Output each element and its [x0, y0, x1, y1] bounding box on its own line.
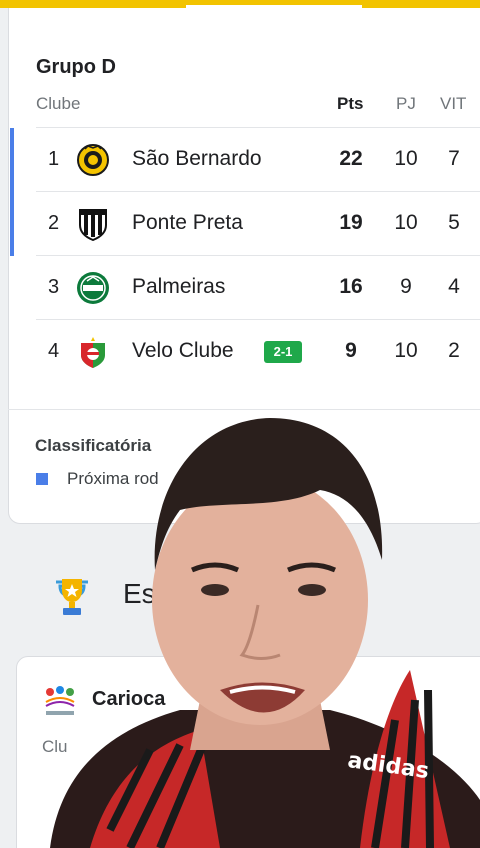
points: 9 [345, 339, 357, 362]
points: 16 [339, 275, 363, 298]
palmeiras-crest-icon [77, 272, 109, 304]
team-name[interactable]: São Bernardo [132, 147, 262, 171]
points-column-header[interactable]: Pts [337, 94, 363, 114]
points: 22 [339, 147, 363, 170]
position: 3 [48, 276, 60, 298]
wins: 4 [448, 275, 460, 298]
top-app-bar [0, 0, 480, 8]
position: 4 [48, 340, 60, 362]
played: 9 [400, 275, 412, 298]
wins-column-header[interactable]: VIT [440, 94, 466, 114]
wins: 2 [448, 339, 460, 362]
sao-bernardo-crest-icon [77, 144, 109, 176]
played-column-header[interactable]: PJ [396, 94, 416, 114]
creator-video-overlay: adidas [50, 418, 480, 848]
velo-clube-crest-icon [81, 337, 105, 368]
table-row[interactable]: 2 Ponte Preta 19 10 5 [10, 191, 480, 256]
ponte-preta-crest-icon [79, 209, 107, 241]
team-name[interactable]: Palmeiras [132, 275, 225, 299]
points: 19 [339, 211, 363, 234]
position: 2 [48, 212, 60, 234]
team-name[interactable]: Ponte Preta [132, 211, 243, 235]
club-column-header: Clube [36, 94, 81, 113]
table-row[interactable]: 4 Velo Clube 2-1 9 10 2 [36, 319, 480, 383]
table-row[interactable]: 3 Palmeiras 16 9 4 [36, 255, 480, 319]
wins: 5 [448, 211, 460, 234]
qualification-marker [10, 192, 14, 256]
group-title: Grupo D [36, 56, 116, 78]
qualification-marker [10, 128, 14, 192]
played: 10 [394, 147, 418, 170]
table-row[interactable]: 1 São Bernardo 22 10 7 [10, 127, 480, 192]
live-score-badge[interactable]: 2-1 [264, 341, 302, 363]
position: 1 [48, 148, 60, 170]
played: 10 [394, 339, 418, 362]
wins: 7 [448, 147, 460, 170]
team-name[interactable]: Velo Clube [132, 339, 234, 363]
played: 10 [394, 211, 418, 234]
